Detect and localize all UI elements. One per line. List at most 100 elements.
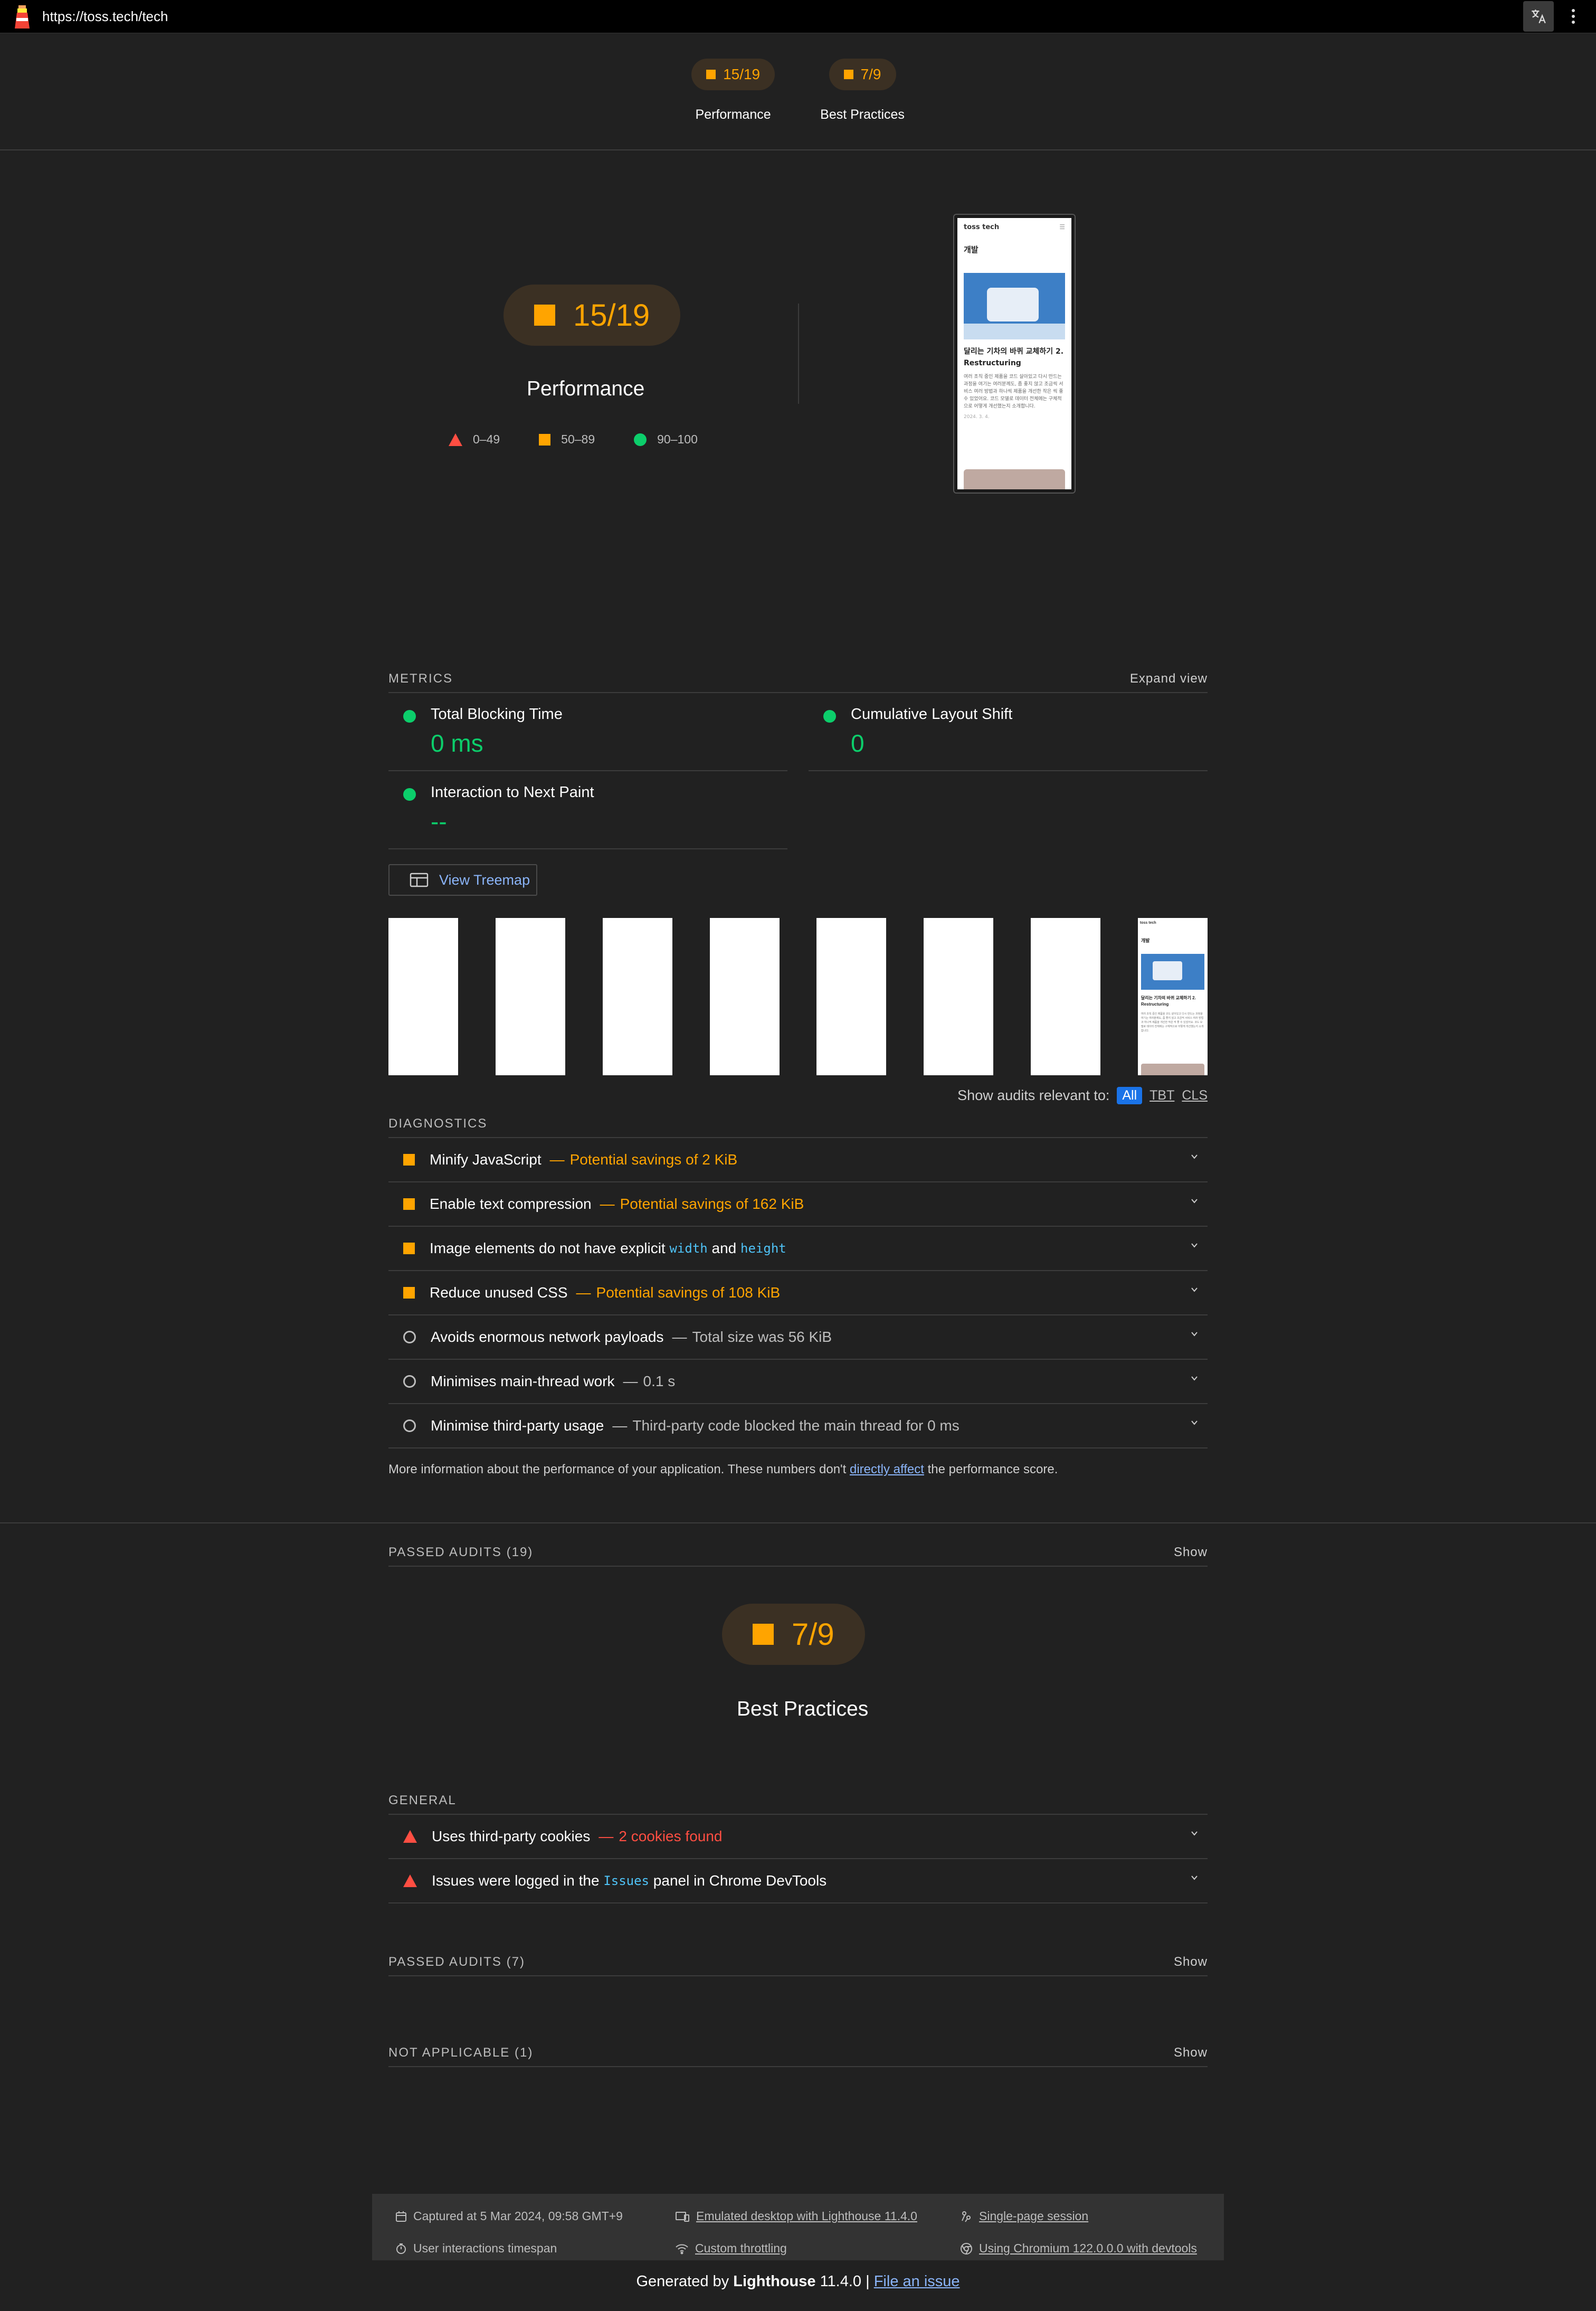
- kebab-menu-icon: [1572, 9, 1575, 24]
- diagnostics-header: DIAGNOSTICS: [388, 1111, 1208, 1138]
- filmstrip-frame: [388, 918, 458, 1075]
- article-excerpt: 여러 조직 중인 제품을 코드 살아있고 다시 만드는 과정을 여기는 여러분께…: [964, 374, 1063, 409]
- nav-best-practices-label[interactable]: Best Practices: [820, 107, 905, 122]
- filmstrip: toss tech 개발 달리는 기차의 바퀴 교체하기 2. Restruct…: [388, 918, 1208, 1075]
- stopwatch-icon: [396, 2243, 406, 2254]
- best-practices-score-gauge: 7/9: [722, 1604, 865, 1665]
- audit-text-compression[interactable]: Enable text compression — Potential savi…: [388, 1182, 1208, 1227]
- nav-best-practices[interactable]: 7/9 Best Practices: [820, 59, 905, 149]
- performance-score-gauge: 15/19: [504, 285, 681, 346]
- lighthouse-logo-icon: [15, 5, 30, 29]
- average-square-icon: [403, 1243, 415, 1254]
- info-circle-icon: [403, 1331, 416, 1343]
- filmstrip-frame: [495, 918, 565, 1075]
- filmstrip-frame-final: toss tech 개발 달리는 기차의 바퀴 교체하기 2. Restruct…: [1137, 918, 1208, 1075]
- filmstrip-frame: [816, 918, 887, 1075]
- audit-third-party-cookies[interactable]: Uses third-party cookies — 2 cookies fou…: [388, 1815, 1208, 1859]
- audit-devtools-issues[interactable]: Issues were logged in the Issues panel i…: [388, 1859, 1208, 1903]
- generated-by: Generated by Lighthouse 11.4.0 | File an…: [636, 2273, 960, 2290]
- filter-cls[interactable]: CLS: [1182, 1088, 1208, 1103]
- pass-circle-icon: [823, 710, 836, 723]
- chevron-down-icon: [1191, 1154, 1198, 1159]
- average-square-icon: [534, 305, 555, 326]
- show-passed-button[interactable]: Show: [1174, 1545, 1208, 1560]
- performance-passed-audits[interactable]: PASSED AUDITS (19) Show: [388, 1539, 1208, 1567]
- toss-logo: toss tech: [964, 223, 1000, 231]
- fail-triangle-icon: [403, 1830, 417, 1843]
- treemap-icon: [410, 873, 429, 887]
- best-practices-body: GENERAL Uses third-party cookies — 2 coo…: [388, 1787, 1208, 2067]
- performance-section: 15/19 Performance 0–49 50–89 90–100 toss…: [388, 150, 1208, 1567]
- toss-logo: toss tech: [1139, 921, 1156, 925]
- filmstrip-frame: [1031, 918, 1101, 1075]
- more-menu-button[interactable]: [1558, 1, 1589, 32]
- chevron-down-icon: [1191, 1420, 1198, 1425]
- audit-third-party-usage[interactable]: Minimise third-party usage — Third-party…: [388, 1404, 1208, 1448]
- show-not-applicable-button[interactable]: Show: [1174, 2045, 1208, 2060]
- audit-filter: Show audits relevant to: All TBT CLS: [957, 1087, 1208, 1104]
- average-square-icon: [403, 1287, 415, 1299]
- metric-cumulative-layout-shift: Cumulative Layout Shift 0: [809, 693, 1208, 771]
- filmstrip-frame: [602, 918, 672, 1075]
- screenshot-heading: 개발: [964, 245, 978, 254]
- best-practices-passed-audits[interactable]: PASSED AUDITS (7) Show: [388, 1949, 1208, 1976]
- train-illustration: [987, 288, 1039, 321]
- metrics-header: METRICS Expand view: [388, 666, 1208, 693]
- session-type[interactable]: Single-page session: [960, 2204, 1240, 2228]
- expand-view-toggle[interactable]: Expand view: [1130, 671, 1208, 686]
- metrics-body: Total Blocking Time 0 ms Cumulative Layo…: [388, 693, 1208, 1567]
- audit-main-thread-work[interactable]: Minimises main-thread work — 0.1 s: [388, 1360, 1208, 1404]
- general-header: GENERAL: [388, 1787, 1208, 1815]
- chevron-down-icon: [1191, 1831, 1198, 1836]
- chrome-icon: [961, 2242, 972, 2255]
- view-treemap-button[interactable]: View Treemap: [388, 864, 537, 896]
- browser-bar: https://toss.tech/tech: [0, 0, 1596, 33]
- throttling[interactable]: Custom throttling: [675, 2237, 960, 2260]
- average-square-icon: [706, 70, 716, 79]
- pass-circle-icon: [403, 788, 416, 801]
- metrics-grid: Total Blocking Time 0 ms Cumulative Layo…: [388, 693, 1208, 849]
- best-practices-title: Best Practices: [737, 1698, 869, 1720]
- best-practices-not-applicable[interactable]: NOT APPLICABLE (1) Show: [388, 2040, 1208, 2067]
- gauge-divider: [798, 304, 799, 404]
- page-url: https://toss.tech/tech: [42, 8, 168, 24]
- article-thumbnail: [964, 273, 1065, 339]
- filmstrip-frame: [924, 918, 994, 1075]
- filter-all[interactable]: All: [1117, 1087, 1143, 1104]
- score-scale-legend: 0–49 50–89 90–100: [449, 432, 737, 447]
- final-screenshot[interactable]: toss tech ☰ 개발 달리는 기차의 바퀴 교체하기 2. Restru…: [953, 214, 1076, 494]
- audit-network-payloads[interactable]: Avoids enormous network payloads — Total…: [388, 1315, 1208, 1360]
- devices-icon: [676, 2211, 689, 2222]
- file-issue-link[interactable]: File an issue: [874, 2273, 960, 2290]
- directly-affect-link[interactable]: directly affect: [850, 1462, 924, 1476]
- translate-button[interactable]: [1523, 1, 1554, 32]
- audit-unused-css[interactable]: Reduce unused CSS — Potential savings of…: [388, 1271, 1208, 1315]
- audit-unsized-images[interactable]: Image elements do not have explicit widt…: [388, 1227, 1208, 1271]
- chromium-version[interactable]: Using Chromium 122.0.0.0 with devtools: [960, 2237, 1240, 2260]
- emulated-device[interactable]: Emulated desktop with Lighthouse 11.4.0: [675, 2204, 960, 2228]
- metric-interaction-to-next-paint: Interaction to Next Paint --: [388, 771, 787, 849]
- fail-triangle-icon: [449, 433, 462, 446]
- audit-minify-javascript[interactable]: Minify JavaScript — Potential savings of…: [388, 1138, 1208, 1182]
- average-square-icon: [753, 1624, 774, 1645]
- filter-tbt[interactable]: TBT: [1150, 1088, 1174, 1103]
- average-square-icon: [539, 433, 551, 446]
- article-excerpt: 여러 조직 중인 제품을 코드 살아있고 다시 만드는 과정을 여기는 여러분께…: [1141, 1012, 1204, 1033]
- filmstrip-frame: [709, 918, 780, 1075]
- article-title: 달리는 기차의 바퀴 교체하기 2. Restructuring: [1141, 996, 1196, 1007]
- info-circle-icon: [403, 1419, 416, 1432]
- legend-pass: 90–100: [634, 432, 698, 447]
- pass-circle-icon: [634, 433, 647, 446]
- legend-average: 50–89: [539, 432, 595, 447]
- nav-performance[interactable]: 15/19 Performance: [691, 59, 775, 149]
- article-title: 달리는 기차의 바퀴 교체하기 2. Restructuring: [964, 347, 1064, 367]
- session-icon: [962, 2211, 971, 2222]
- screenshot-page: toss tech ☰ 개발 달리는 기차의 바퀴 교체하기 2. Restru…: [957, 218, 1071, 489]
- next-article-thumbnail: [1141, 1064, 1204, 1075]
- chevron-down-icon: [1191, 1376, 1198, 1381]
- show-passed-button[interactable]: Show: [1174, 1955, 1208, 1969]
- nav-best-practices-score[interactable]: 7/9: [829, 59, 896, 90]
- info-circle-icon: [403, 1375, 416, 1388]
- nav-performance-label[interactable]: Performance: [696, 107, 771, 122]
- nav-performance-score[interactable]: 15/19: [691, 59, 775, 90]
